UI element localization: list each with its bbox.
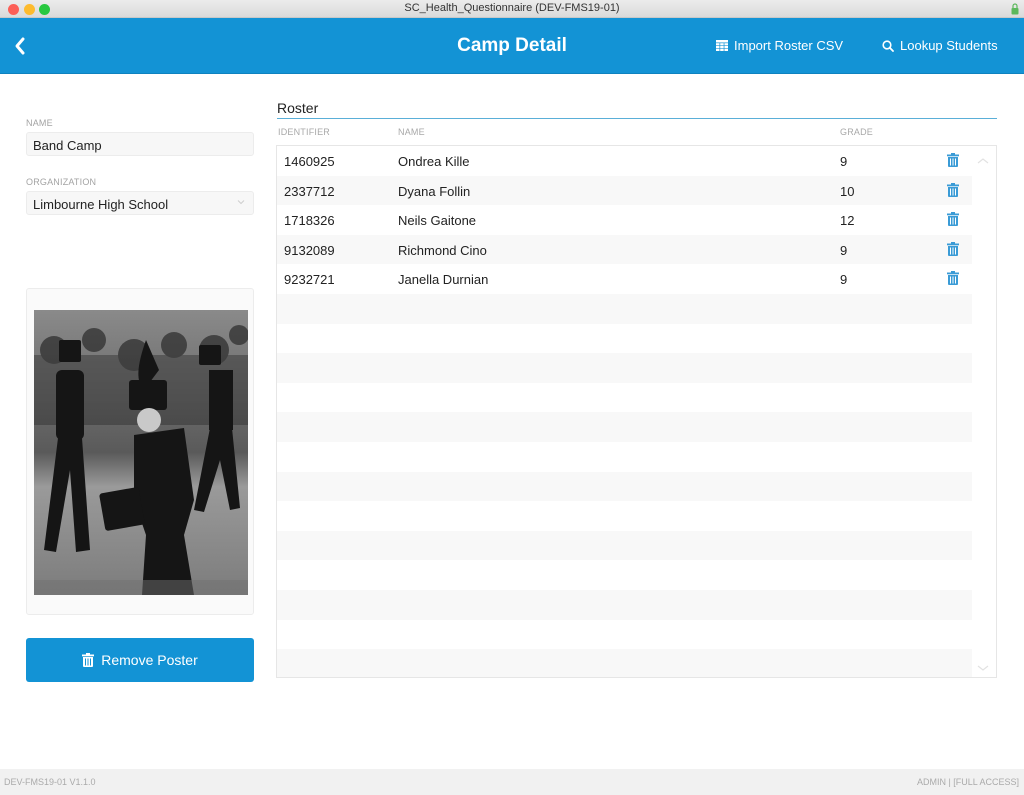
student-identifier: 2337712 — [284, 183, 335, 199]
remove-poster-label: Remove Poster — [101, 652, 198, 668]
search-icon — [882, 39, 894, 52]
student-identifier: 9132089 — [284, 242, 335, 258]
roster-title: Roster — [277, 100, 319, 116]
camp-form: NAME Band Camp ORGANIZATION Limbourne Hi… — [26, 118, 254, 215]
roster-empty-row — [277, 442, 972, 472]
student-name: Dyana Follin — [398, 183, 471, 199]
chevron-down-icon — [237, 200, 245, 205]
roster-empty-row — [277, 412, 972, 442]
roster-empty-row — [277, 353, 972, 383]
import-roster-csv-button[interactable]: Import Roster CSV — [716, 38, 843, 53]
roster-empty-row — [277, 620, 972, 650]
poster-container — [26, 288, 254, 615]
student-grade: 9 — [840, 154, 848, 169]
table-icon — [716, 40, 728, 51]
chevron-left-icon — [15, 37, 25, 55]
roster-empty-row — [277, 471, 972, 502]
column-header-identifier[interactable]: IDENTIFIER — [278, 127, 330, 137]
roster-row[interactable]: 1718326 Neils Gaitone 12 — [277, 205, 972, 235]
roster-row[interactable]: 2337712 Dyana Follin 10 — [277, 175, 972, 206]
student-identifier: 9232721 — [284, 272, 335, 288]
student-grade: 10 — [840, 183, 855, 199]
trash-icon — [947, 153, 959, 170]
name-field[interactable]: Band Camp — [26, 132, 254, 156]
organization-value: Limbourne High School — [33, 197, 169, 212]
lock-icon — [1011, 3, 1019, 15]
delete-student-button[interactable] — [947, 271, 959, 288]
roster-empty-row — [277, 294, 972, 324]
poster-image — [34, 310, 248, 595]
trash-icon — [82, 653, 95, 667]
student-name: Janella Durnian — [398, 272, 489, 288]
status-bar: DEV-FMS19-01 V1.1.0 ADMIN | [FULL ACCESS… — [0, 769, 1024, 795]
student-grade: 9 — [840, 242, 848, 258]
window-title: SC_Health_Questionnaire (DEV-FMS19-01) — [404, 2, 620, 14]
roster-empty-row — [277, 324, 972, 354]
student-name: Richmond Cino — [398, 242, 487, 258]
delete-student-button[interactable] — [947, 241, 959, 259]
trash-icon — [947, 241, 959, 259]
student-name: Neils Gaitone — [398, 213, 477, 229]
name-label: NAME — [26, 118, 53, 128]
chevron-up-icon — [977, 158, 989, 164]
marching-band-photo — [34, 310, 248, 595]
access-level-text: ADMIN | [FULL ACCESS] — [916, 777, 1019, 787]
student-grade: 9 — [840, 272, 848, 288]
version-text: DEV-FMS19-01 V1.1.0 — [4, 777, 96, 787]
student-name: Ondrea Kille — [398, 154, 470, 169]
app-header: Camp Detail Import Roster CSV Lookup Stu… — [0, 18, 1024, 74]
window-titlebar: SC_Health_Questionnaire (DEV-FMS19-01) — [0, 0, 1024, 18]
lookup-students-button[interactable]: Lookup Students — [882, 38, 998, 53]
roster-divider — [277, 118, 997, 119]
scroll-up-button[interactable] — [976, 153, 990, 164]
back-button[interactable] — [10, 34, 32, 58]
trash-icon — [947, 212, 959, 229]
trash-icon — [947, 182, 959, 200]
column-header-name[interactable]: NAME — [398, 127, 425, 137]
roster-row[interactable]: 9132089 Richmond Cino 9 — [277, 234, 972, 265]
roster-empty-row — [277, 530, 972, 561]
lookup-students-label: Lookup Students — [900, 38, 998, 53]
scroll-down-button[interactable] — [976, 660, 990, 671]
roster-table: 1460925 Ondrea Kille 9 2337712 Dyana Follin 1… — [276, 145, 997, 678]
roster-row[interactable]: 1460925 Ondrea Kille 9 — [277, 146, 972, 176]
remove-poster-button[interactable]: Remove Poster — [26, 638, 254, 682]
student-identifier: 1460925 — [284, 154, 335, 169]
roster-empty-row — [277, 649, 972, 677]
student-identifier: 1718326 — [284, 213, 335, 229]
column-header-grade[interactable]: GRADE — [840, 127, 873, 137]
roster-empty-row — [277, 383, 972, 413]
roster-row[interactable]: 9232721 Janella Durnian 9 — [277, 264, 972, 294]
student-grade: 12 — [840, 213, 855, 229]
organization-label: ORGANIZATION — [26, 177, 97, 187]
delete-student-button[interactable] — [947, 182, 959, 200]
delete-student-button[interactable] — [947, 153, 959, 167]
chevron-down-icon — [977, 665, 989, 671]
page-title: Camp Detail — [457, 35, 567, 56]
roster-empty-row — [277, 560, 972, 590]
trash-icon — [947, 271, 959, 288]
organization-select[interactable]: Limbourne High School — [26, 191, 254, 215]
roster-empty-row — [277, 501, 972, 531]
delete-student-button[interactable] — [947, 212, 959, 229]
import-roster-csv-label: Import Roster CSV — [734, 38, 844, 53]
roster-empty-row — [277, 590, 972, 620]
